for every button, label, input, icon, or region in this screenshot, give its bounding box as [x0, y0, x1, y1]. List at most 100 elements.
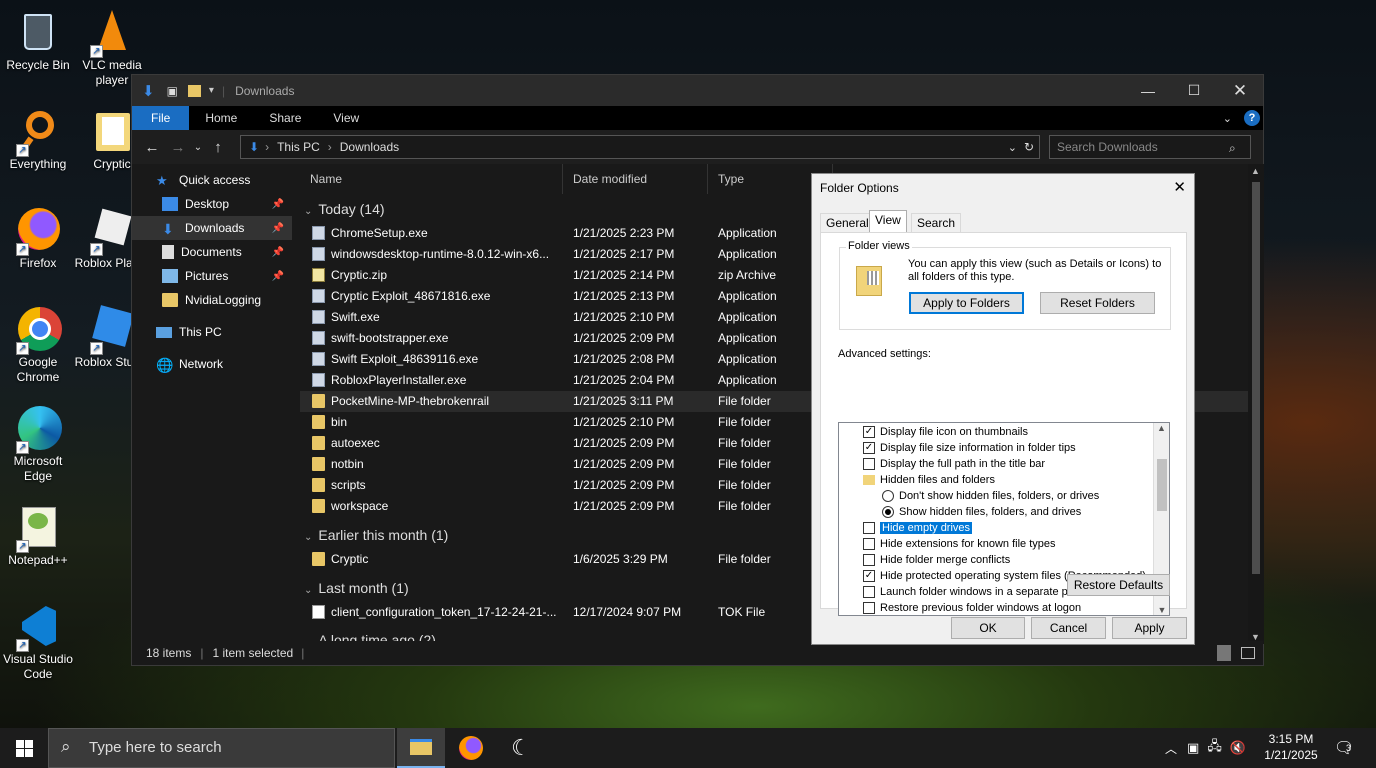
desktop-icon-firefox[interactable]: ↗ Firefox	[0, 206, 76, 271]
advanced-setting-item[interactable]: Display the full path in the title bar	[839, 456, 1169, 472]
advanced-setting-item[interactable]: Hide extensions for known file types	[839, 536, 1169, 552]
adv-scroll-down-icon[interactable]: ▼	[1154, 605, 1170, 615]
checkbox[interactable]	[863, 538, 875, 550]
advanced-setting-item[interactable]: Hide empty drives	[839, 520, 1169, 536]
column-header-name[interactable]: Name	[300, 164, 563, 194]
pin-icon[interactable]: 📌	[272, 199, 284, 210]
scroll-up-icon[interactable]: ▲	[1251, 166, 1260, 176]
file-list-scrollbar[interactable]: ▲ ▼	[1248, 164, 1264, 644]
desktop-icon-everything[interactable]: ↗ Everything	[0, 107, 76, 172]
radio-button[interactable]	[882, 490, 894, 502]
nav-quick-access[interactable]: ★ Quick access	[132, 168, 292, 192]
apply-button[interactable]: Apply	[1112, 617, 1187, 639]
group-header-earlier[interactable]: ⌄ Earlier this month (1)	[300, 524, 448, 546]
recent-dropdown-icon[interactable]: ⌄	[191, 142, 205, 153]
taskbar-search-input[interactable]: Type here to search	[48, 728, 395, 768]
file-name: PocketMine-MP-thebrokenrail	[331, 394, 490, 408]
cancel-button[interactable]: Cancel	[1031, 617, 1106, 639]
checkbox[interactable]	[863, 602, 875, 614]
advanced-setting-item[interactable]: ✓ Display file size information in folder…	[839, 440, 1169, 456]
group-header-today[interactable]: ⌄ Today (14)	[300, 198, 385, 220]
forward-arrow-icon[interactable]: →	[165, 139, 191, 156]
breadcrumb-downloads[interactable]: Downloads	[340, 140, 399, 154]
advanced-setting-item[interactable]: Hidden files and folders	[839, 472, 1169, 488]
details-view-icon[interactable]	[1217, 645, 1231, 661]
checkbox[interactable]: ✓	[863, 570, 875, 582]
ribbon-expand-icon[interactable]: ⌄	[1223, 112, 1232, 125]
radio-button[interactable]	[882, 506, 894, 518]
dialog-close-icon[interactable]: ✕	[1173, 178, 1186, 196]
adv-scroll-thumb[interactable]	[1157, 459, 1167, 511]
desktop-icon-recycle-bin[interactable]: Recycle Bin	[0, 8, 76, 73]
address-dropdown-icon[interactable]: ⌄	[1008, 141, 1017, 154]
pin-icon[interactable]: 📌	[272, 223, 284, 234]
checkbox[interactable]	[863, 554, 875, 566]
advanced-setting-item[interactable]: Show hidden files, folders, and drives	[839, 504, 1169, 520]
nav-downloads[interactable]: ⬇ Downloads 📌	[132, 216, 292, 240]
apply-to-folders-button[interactable]: Apply to Folders	[909, 292, 1024, 314]
close-button[interactable]: ✕	[1217, 75, 1263, 106]
advanced-setting-item[interactable]: ✓ Display file icon on thumbnails	[839, 424, 1169, 440]
advanced-setting-item[interactable]: Hide folder merge conflicts	[839, 552, 1169, 568]
tray-chevron-up-icon[interactable]: ︿	[1165, 740, 1177, 757]
desktop-icon-notepadpp[interactable]: ↗ Notepad++	[0, 503, 76, 568]
checkbox[interactable]	[863, 586, 875, 598]
tab-home[interactable]: Home	[189, 106, 253, 130]
adv-scroll-up-icon[interactable]: ▲	[1154, 423, 1169, 433]
pin-icon[interactable]: 📌	[272, 247, 284, 258]
nav-documents[interactable]: Documents 📌	[132, 240, 292, 264]
nav-pictures[interactable]: Pictures 📌	[132, 264, 292, 288]
pin-icon[interactable]: 📌	[272, 271, 284, 282]
action-center-icon[interactable]: 🗨 3	[1334, 738, 1354, 758]
start-button[interactable]	[0, 728, 48, 768]
nav-desktop[interactable]: Desktop 📌	[132, 192, 292, 216]
advanced-setting-item[interactable]: Restore previous folder windows at logon	[839, 600, 1169, 615]
restore-defaults-button[interactable]: Restore Defaults	[1067, 574, 1170, 596]
download-arrow-icon: ⬇	[142, 82, 155, 100]
nav-this-pc[interactable]: This PC	[132, 320, 292, 344]
volume-muted-icon[interactable]: 🔇	[1230, 740, 1246, 756]
nav-network[interactable]: 🌐 Network	[132, 352, 292, 376]
taskbar-app-moon[interactable]: ☾	[497, 728, 545, 768]
desktop-icon-vscode[interactable]: ↗ Visual Studio Code	[0, 602, 76, 682]
large-icons-view-icon[interactable]	[1241, 647, 1255, 659]
tab-file[interactable]: File	[132, 106, 190, 130]
tray-app-icon[interactable]: ▣	[1187, 740, 1199, 756]
maximize-button[interactable]: ☐	[1171, 75, 1217, 106]
tab-view[interactable]: View	[317, 106, 375, 130]
column-header-date[interactable]: Date modified	[563, 164, 708, 194]
checkbox[interactable]	[863, 458, 875, 470]
refresh-icon[interactable]: ↻	[1024, 140, 1034, 154]
help-icon[interactable]: ?	[1244, 110, 1260, 126]
tab-search[interactable]: Search	[911, 213, 962, 233]
reset-folders-button[interactable]: Reset Folders	[1040, 292, 1155, 314]
checkbox[interactable]: ✓	[863, 442, 875, 454]
network-tray-icon[interactable]: 🖧	[1207, 737, 1222, 759]
clock[interactable]: 3:15 PM 1/21/2025	[1256, 731, 1326, 763]
clock-date: 1/21/2025	[1264, 748, 1318, 762]
up-arrow-icon[interactable]: ↑	[205, 139, 231, 156]
address-bar[interactable]: ⬇ › This PC › Downloads ⌄ ↻	[240, 135, 1040, 159]
back-arrow-icon[interactable]: ←	[139, 139, 165, 156]
download-location-icon: ⬇	[249, 140, 260, 154]
qat-dropdown-icon[interactable]: ▾	[209, 85, 214, 96]
taskbar-firefox[interactable]	[447, 728, 495, 768]
taskbar-file-explorer[interactable]	[397, 728, 445, 768]
tab-view-options[interactable]: View	[869, 210, 907, 234]
minimize-button[interactable]: —	[1125, 75, 1171, 106]
breadcrumb-this-pc[interactable]: This PC	[277, 140, 320, 154]
search-input[interactable]: Search Downloads	[1049, 135, 1251, 159]
checkbox[interactable]: ✓	[863, 426, 875, 438]
advanced-setting-item[interactable]: Don't show hidden files, folders, or dri…	[839, 488, 1169, 504]
group-header-last-month[interactable]: ⌄ Last month (1)	[300, 577, 409, 599]
desktop-icon-edge[interactable]: ↗ Microsoft Edge	[0, 404, 76, 484]
tab-share[interactable]: Share	[253, 106, 317, 130]
checkbox[interactable]	[863, 522, 875, 534]
nav-nvidia-logging[interactable]: NvidiaLogging	[132, 288, 292, 312]
properties-icon[interactable]: ▣	[167, 84, 178, 98]
scroll-thumb[interactable]	[1252, 182, 1260, 574]
tab-general[interactable]: General	[820, 213, 875, 233]
new-folder-icon[interactable]	[187, 84, 201, 97]
ok-button[interactable]: OK	[951, 617, 1025, 639]
desktop-icon-chrome[interactable]: ↗ Google Chrome	[0, 305, 76, 385]
